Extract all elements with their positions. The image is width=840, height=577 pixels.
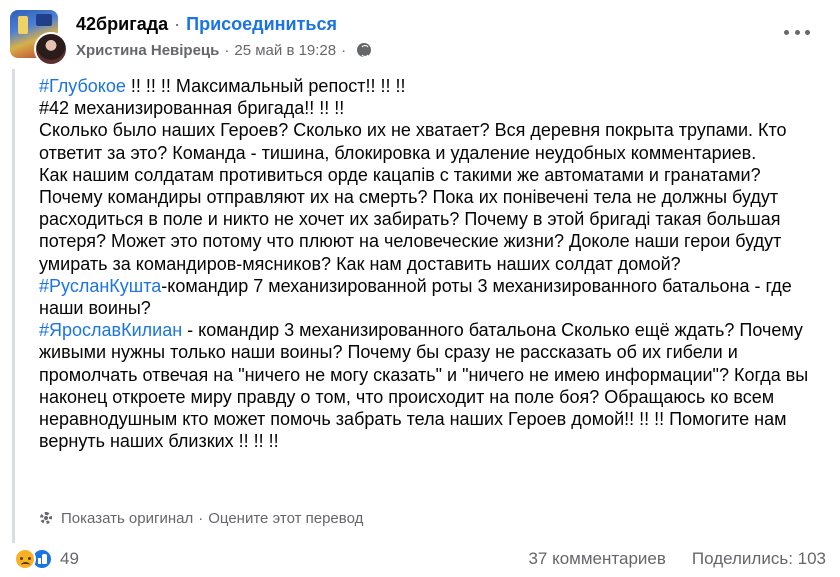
post-paragraph: #Глубокое !! !! !! Максимальный репост!!… — [39, 75, 829, 97]
author-avatar[interactable] — [34, 32, 68, 66]
separator: · — [174, 13, 181, 34]
post-footer: 49 37 комментариев Поделились: 103 — [14, 546, 826, 572]
hashtag-link[interactable]: #РусланКушта — [39, 276, 161, 296]
join-group-link[interactable]: Присоединиться — [186, 14, 337, 35]
more-dot — [784, 29, 789, 35]
more-dot — [794, 29, 800, 35]
comments-count-link[interactable]: 37 комментариев — [528, 549, 665, 569]
show-original-link[interactable]: Показать оригинал — [61, 510, 193, 527]
paragraph-text: Как нашим солдатам противиться орде каца… — [39, 164, 782, 274]
paragraph-text: #42 механизированная бригада!! !! !! — [39, 98, 345, 119]
reaction-count[interactable]: 49 — [60, 549, 79, 569]
more-options-icon[interactable] — [784, 22, 810, 42]
paragraph-text: !! !! !! Максимальный репост!! !! !! — [125, 76, 406, 96]
post-header: 42бригада · Присоединиться Христина Неві… — [10, 10, 830, 66]
post-meta: Христина Невірець · 25 май в 19:28 · — [76, 39, 372, 61]
author-name-link[interactable]: Христина Невірець — [76, 42, 219, 59]
avatar-group[interactable] — [10, 10, 68, 66]
translation-bar: Показать оригинал · Оцените этот перевод — [39, 507, 363, 529]
post-paragraph: #42 механизированная бригада!! !! !! — [39, 97, 829, 119]
post-timestamp[interactable]: 25 май в 19:28 — [234, 42, 336, 59]
post-paragraph: Как нашим солдатам противиться орде каца… — [39, 164, 829, 275]
post-paragraph: #РусланКушта-командир 7 механизированной… — [39, 275, 829, 319]
post-text: #Глубокое !! !! !! Максимальный репост!!… — [39, 75, 829, 452]
paragraph-text: Сколько было наших Героев? Сколько их не… — [39, 120, 787, 163]
more-dot — [805, 29, 810, 35]
hashtag-link[interactable]: #ЯрославКилиан — [39, 320, 182, 340]
globe-icon — [357, 43, 372, 57]
hashtag-link[interactable]: #Глубокое — [39, 76, 126, 96]
gear-icon[interactable] — [39, 511, 53, 525]
separator: · — [341, 41, 347, 59]
post-paragraph: Сколько было наших Героев? Сколько их не… — [39, 119, 829, 163]
shares-count-link[interactable]: Поделились: 103 — [692, 549, 826, 569]
separator: · — [224, 41, 230, 59]
post-body: #Глубокое !! !! !! Максимальный репост!!… — [12, 69, 830, 543]
rate-translation-link[interactable]: Оцените этот перевод — [208, 510, 363, 527]
sad-reaction-icon — [14, 548, 36, 570]
separator: · — [198, 509, 204, 527]
group-name-link[interactable]: 42бригада — [76, 14, 168, 35]
group-line: 42бригада · Присоединиться — [76, 12, 337, 36]
post-paragraph: #ЯрославКилиан - командир 3 механизирова… — [39, 319, 829, 452]
reactions-summary[interactable]: 49 — [14, 548, 79, 570]
